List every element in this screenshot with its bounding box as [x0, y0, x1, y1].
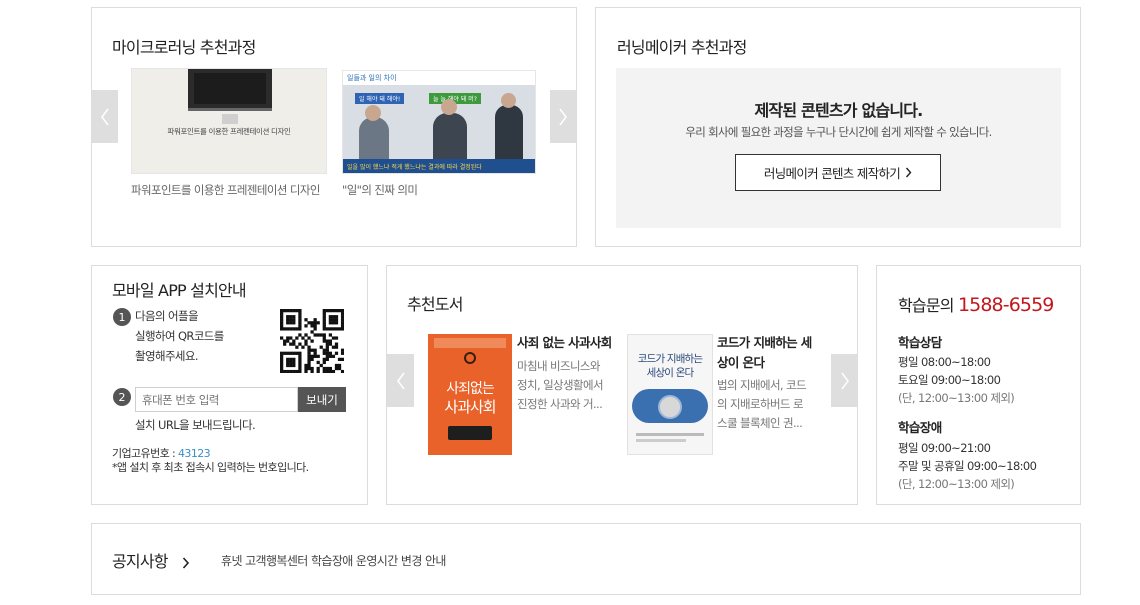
book-title[interactable]: 사죄 없는 사과사회 [517, 332, 612, 353]
mobile-app-panel: 모바일 APP 설치안내 1 다음의 어플을 실행하여 QR코드를 촬영해주세요… [91, 265, 368, 505]
microlearning-title: 마이크로러닝 추천과정 [112, 38, 256, 57]
person-head [441, 99, 457, 115]
monitor-stand [222, 114, 238, 124]
notice-panel: 공지사항 휴넷 고객행복센터 학습장애 운영시간 변경 안내 [91, 523, 1081, 595]
support-hours: 주말 및 공휴일 09:00~18:00 [898, 459, 1037, 473]
support-note: (단, 12:00~13:00 제외) [898, 477, 1015, 491]
book-description-line: 의 지배로하버드 로 [717, 397, 804, 411]
book-description-line: 스쿨 블록체인 권... [717, 416, 803, 430]
person-head [365, 105, 381, 121]
book-title-line[interactable]: 코드가 지배하는 세 [717, 332, 812, 353]
empty-state-box: 제작된 콘텐츠가 없습니다. 우리 회사에 필요한 과정을 누구나 단시간에 쉽… [616, 68, 1061, 228]
create-content-button[interactable]: 러닝메이커 콘텐츠 제작하기 [735, 154, 941, 191]
send-button[interactable]: 보내기 [298, 387, 346, 412]
contact-panel: 학습문의 1588-6559 학습상담 평일 08:00~18:00 토요일 0… [876, 265, 1081, 505]
books-prev-arrow[interactable] [387, 354, 414, 407]
step-number-badge: 2 [113, 388, 131, 406]
cover-line [636, 433, 704, 436]
empty-state-title: 제작된 콘텐츠가 없습니다. [754, 101, 924, 120]
mobile-app-title: 모바일 APP 설치안내 [112, 281, 247, 300]
consult-note: (단, 12:00~13:00 제외) [898, 391, 1015, 405]
support-heading: 학습장애 [898, 420, 942, 435]
chevron-right-icon [559, 108, 567, 125]
step1-line: 실행하여 QR코드를 [135, 329, 224, 343]
consult-hours: 토요일 09:00~18:00 [898, 373, 1001, 387]
step1-line: 다음의 어플을 [135, 309, 199, 323]
chevron-left-icon [101, 108, 109, 125]
contact-title: 학습문의 1588-6559 [898, 292, 1054, 316]
cover-graphic [448, 426, 492, 440]
thumbnail-bubble: 일 해야 돼 해야! [355, 93, 405, 104]
contact-phone-number: 1588-6559 [957, 294, 1054, 316]
notice-item[interactable]: 휴넷 고객행복센터 학습장애 운영시간 변경 안내 [221, 552, 446, 569]
thumbnail-brand: 일들과 일의 차이 [343, 71, 535, 85]
support-hours: 평일 09:00~21:00 [898, 441, 991, 455]
microlearning-panel: 마이크로러닝 추천과정 파워포인트를 이용한 프레젠테이션 디자인 파워포인트를… [91, 7, 577, 247]
running-maker-panel: 러닝메이커 추천과정 제작된 콘텐츠가 없습니다. 우리 회사에 필요한 과정을… [595, 7, 1081, 247]
monitor-graphic [188, 69, 272, 111]
recommended-books-panel: 추천도서 사죄없는 사과사회 사죄 없는 사과사회 마침내 비즈니스와 정치, … [386, 265, 858, 505]
thumbnail-subtitle: 일을 많이 했느냐 적게 했느냐는 결과에 따라 결정된다 [343, 159, 535, 173]
chevron-right-icon [840, 372, 849, 389]
coin-icon [658, 395, 682, 419]
person-figure [359, 117, 389, 159]
book-description-line: 법의 지배에서, 코드 [717, 378, 807, 392]
cover-banner [434, 338, 506, 348]
cover-title: 코드가 지배하는 [637, 353, 703, 365]
phone-number-input[interactable] [135, 387, 298, 412]
course-caption[interactable]: "일"의 진짜 의미 [342, 180, 536, 201]
course-thumbnail[interactable]: 파워포인트를 이용한 프레젠테이션 디자인 [131, 68, 327, 174]
contact-title-label: 학습문의 [898, 296, 954, 315]
thumbnail-text: 파워포인트를 이용한 프레젠테이션 디자인 [167, 127, 291, 136]
person-figure [495, 105, 523, 159]
scale-icon [464, 352, 476, 364]
notice-title: 공지사항 [112, 552, 168, 571]
books-title: 추천도서 [407, 295, 463, 314]
cover-line [636, 439, 686, 442]
book-title-line[interactable]: 상이 온다 [717, 352, 765, 373]
books-next-arrow[interactable] [831, 354, 858, 407]
qr-code [280, 309, 344, 373]
course-caption[interactable]: 파워포인트를 이용한 프레젠테이션 디자인 [131, 180, 327, 201]
book-cover[interactable]: 사죄없는 사과사회 [428, 334, 512, 455]
chevron-right-icon [182, 556, 190, 569]
consult-hours: 평일 08:00~18:00 [898, 355, 991, 369]
book-description-line: 진정한 사과와 거... [517, 397, 603, 411]
cover-title: 세상이 온다 [646, 367, 695, 379]
notice-title-link[interactable]: 공지사항 [112, 548, 190, 572]
running-maker-title: 러닝메이커 추천과정 [617, 38, 747, 57]
person-figure [433, 113, 467, 159]
chevron-left-icon [396, 372, 405, 389]
micro-next-arrow[interactable] [550, 90, 576, 143]
micro-prev-arrow[interactable] [92, 90, 118, 143]
book-description-line: 정치, 일상생활에서 [517, 378, 604, 392]
chevron-right-icon [906, 167, 912, 178]
consult-heading: 학습상담 [898, 335, 942, 350]
course-thumbnail[interactable]: 일들과 일의 차이 일 해야 돼 해야! 늘 늘 해야 돼 머? 일을 많이 했… [342, 70, 536, 174]
step-number-badge: 1 [113, 308, 131, 326]
empty-state-description: 우리 회사에 필요한 과정을 누구나 단시간에 쉽게 제작할 수 있습니다. [685, 125, 992, 139]
company-code-note: *앱 설치 후 최초 접속시 입력하는 번호입니다. [112, 461, 309, 474]
cover-title: 사과사회 [444, 398, 496, 416]
book-description-line: 마침내 비즈니스와 [517, 359, 601, 373]
step1-line: 촬영해주세요. [135, 349, 199, 363]
send-description: 설치 URL을 보내드립니다. [135, 418, 256, 432]
create-content-label: 러닝메이커 콘텐츠 제작하기 [763, 166, 901, 181]
book-cover[interactable]: 코드가 지배하는 세상이 온다 [627, 334, 713, 455]
person-head [501, 93, 516, 108]
cover-title: 사죄없는 [446, 381, 495, 397]
